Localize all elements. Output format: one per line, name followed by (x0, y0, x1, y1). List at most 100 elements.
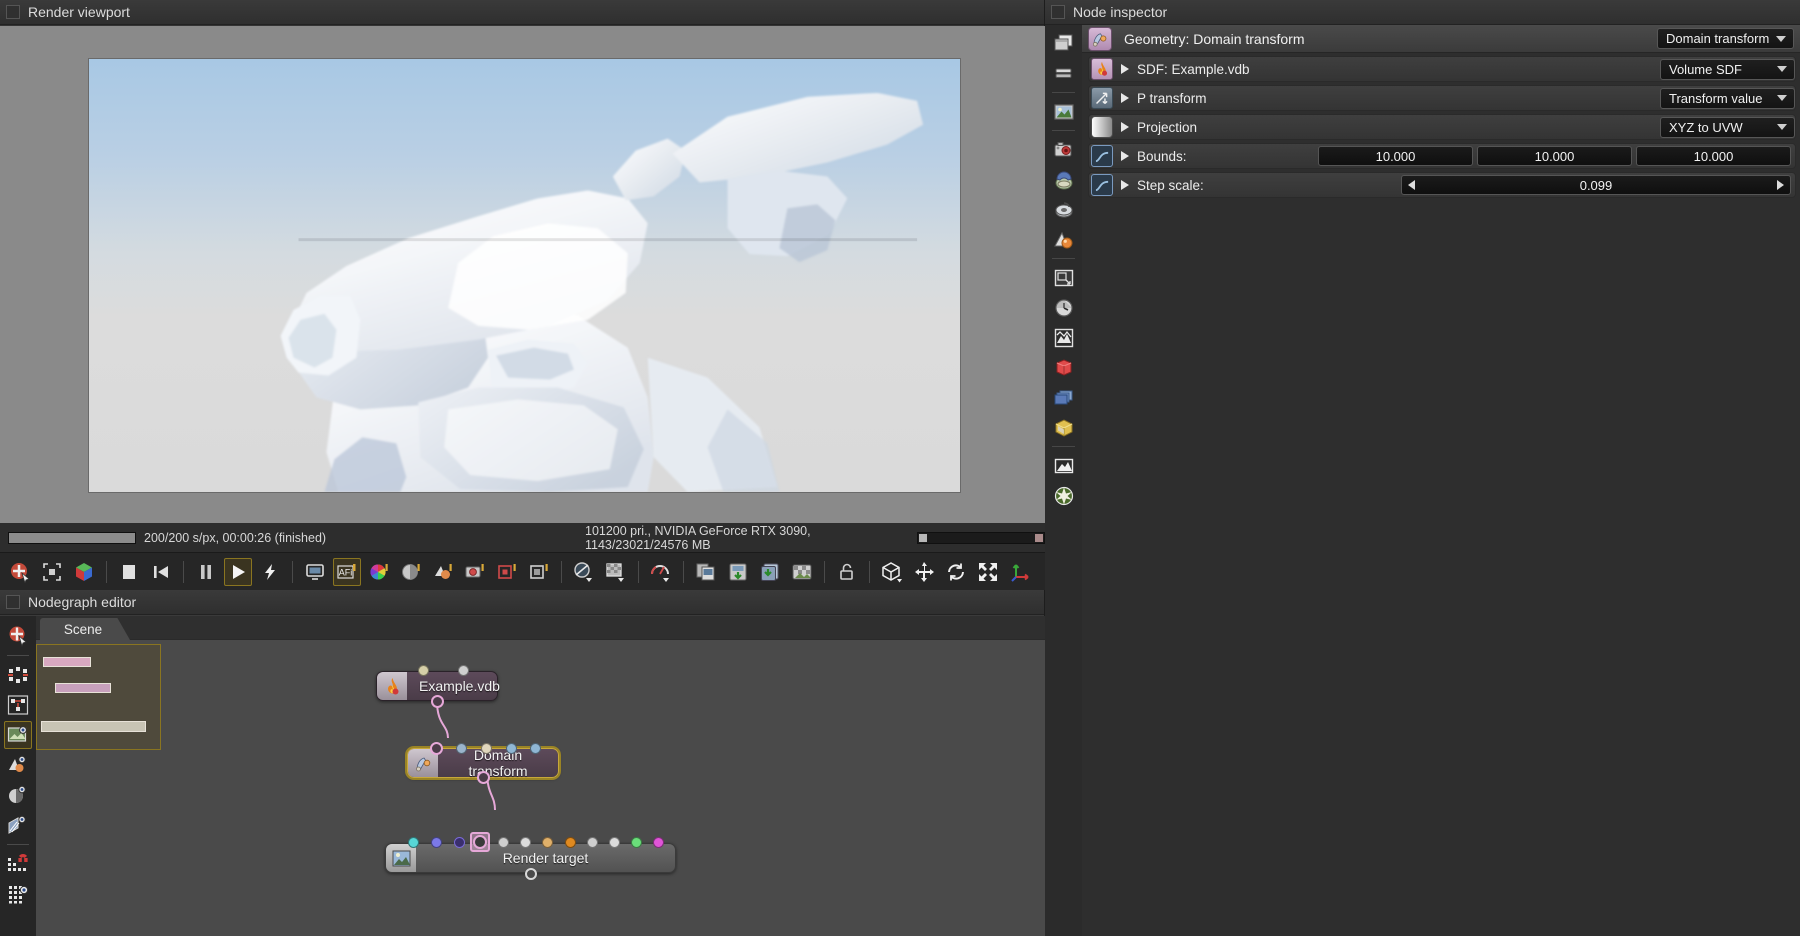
node-preview-icon[interactable] (4, 721, 32, 749)
camera-imager-icon[interactable] (461, 558, 489, 586)
panel-collapse-box[interactable] (6, 595, 20, 609)
expand-triangle-icon[interactable] (1121, 93, 1129, 103)
play-icon[interactable] (224, 557, 252, 586)
save-alpha-icon[interactable] (788, 558, 816, 586)
property-row-sdf[interactable]: SDF: Example.vdb Volume SDF (1088, 56, 1796, 82)
property-row-p-transform[interactable]: P transform Transform value (1088, 85, 1796, 111)
pause-icon[interactable] (192, 558, 220, 586)
axis-gizmo-icon[interactable] (1006, 558, 1034, 586)
node-pin-input[interactable] (506, 743, 517, 754)
region-render-icon[interactable] (38, 558, 66, 586)
node-pin-input[interactable] (456, 743, 467, 754)
tab-scene[interactable]: Scene (40, 618, 130, 640)
render-layer-icon[interactable] (525, 558, 553, 586)
grid-snap-icon[interactable] (4, 880, 32, 908)
exposure-meter-icon[interactable] (647, 558, 675, 586)
kernel-star-icon[interactable] (1049, 481, 1078, 510)
node-pin-input[interactable] (418, 665, 429, 676)
node-pin-input[interactable] (498, 837, 509, 848)
lock-resolution-icon[interactable] (833, 558, 861, 586)
node-pin-input[interactable] (454, 837, 465, 848)
expand-triangle-icon[interactable] (1121, 151, 1129, 161)
node-pin-input[interactable] (631, 837, 642, 848)
nodegraph-canvas[interactable]: Example.vdb Domain transform Render targ… (36, 640, 1045, 936)
color-wheel-icon[interactable] (365, 558, 393, 586)
animation-clock-icon[interactable] (1049, 293, 1078, 322)
node-stack-icon[interactable] (1049, 29, 1078, 58)
panel-collapse-box[interactable] (1051, 5, 1065, 19)
tonemap-curve-icon[interactable] (1049, 451, 1078, 480)
align-horizontal-icon[interactable] (4, 661, 32, 689)
scene-cube-icon[interactable] (70, 558, 98, 586)
pick-node-icon[interactable] (6, 558, 34, 586)
tonemap-icon[interactable] (397, 558, 425, 586)
p-transform-combo[interactable]: Transform value (1660, 87, 1795, 109)
camera-icon[interactable] (1049, 135, 1078, 164)
texture-noise-icon[interactable] (1049, 323, 1078, 352)
focus-picker-icon[interactable] (570, 558, 598, 586)
expand-triangle-icon[interactable] (1121, 122, 1129, 132)
node-pin-input[interactable] (653, 837, 664, 848)
slider-decrement-icon[interactable] (1408, 180, 1415, 190)
afi-text-icon[interactable]: AFi (333, 557, 361, 586)
geometry-preview-icon[interactable] (4, 811, 32, 839)
slider-increment-icon[interactable] (1777, 180, 1784, 190)
orbit-tool-icon[interactable] (942, 558, 970, 586)
node-pick-icon[interactable] (4, 622, 32, 650)
save-layers-icon[interactable] (756, 558, 784, 586)
stop-icon[interactable] (115, 558, 143, 586)
node-pin-input-connected[interactable] (470, 832, 490, 852)
align-nodes-icon[interactable] (4, 691, 32, 719)
node-pin-input[interactable] (565, 837, 576, 848)
node-pin-input[interactable] (542, 837, 553, 848)
node-pin-output[interactable] (477, 771, 490, 784)
property-row-projection[interactable]: Projection XYZ to UVW (1088, 114, 1796, 140)
sphere-preview-icon[interactable] (4, 781, 32, 809)
bounds-x-field[interactable]: 10.000 (1318, 146, 1473, 166)
material-ball-icon[interactable] (1049, 225, 1078, 254)
yellow-box-icon[interactable] (1049, 413, 1078, 442)
node-pin-output[interactable] (525, 868, 537, 880)
expand-triangle-icon[interactable] (1121, 64, 1129, 74)
render-region-icon[interactable] (1049, 263, 1078, 292)
step-scale-slider[interactable]: 0.099 (1401, 175, 1791, 195)
environment-icon[interactable] (1049, 165, 1078, 194)
render-region-icon[interactable] (493, 558, 521, 586)
material-ball-icon[interactable] (429, 558, 457, 586)
node-pin-input[interactable] (587, 837, 598, 848)
property-row-bounds[interactable]: Bounds: 10.000 10.000 10.000 (1088, 143, 1796, 169)
blue-layers-icon[interactable] (1049, 383, 1078, 412)
pan-tool-icon[interactable] (910, 558, 938, 586)
sdf-type-combo[interactable]: Volume SDF (1660, 58, 1795, 80)
material-preview-icon[interactable] (4, 751, 32, 779)
magnet-snap-icon[interactable] (4, 850, 32, 878)
panel-collapse-box[interactable] (6, 5, 20, 19)
copy-image-icon[interactable] (692, 558, 720, 586)
expand-triangle-icon[interactable] (1121, 180, 1129, 190)
node-pin-input[interactable] (530, 743, 541, 754)
node-pin-output[interactable] (431, 695, 444, 708)
alpha-checker-icon[interactable] (602, 558, 630, 586)
bounds-z-field[interactable]: 10.000 (1636, 146, 1791, 166)
camera-box-icon[interactable] (878, 558, 906, 586)
fast-render-icon[interactable] (256, 558, 284, 586)
save-image-icon[interactable] (724, 558, 752, 586)
render-canvas-area[interactable] (0, 26, 1045, 523)
display-icon[interactable] (301, 558, 329, 586)
node-type-combo[interactable]: Domain transform (1657, 28, 1794, 49)
node-pin-input-selected[interactable] (430, 742, 443, 755)
node-pin-input[interactable] (431, 837, 442, 848)
node-pin-input[interactable] (408, 837, 419, 848)
node-pin-input[interactable] (481, 743, 492, 754)
rendered-image[interactable] (88, 58, 961, 493)
fit-view-icon[interactable] (974, 558, 1002, 586)
node-list-icon[interactable] (1049, 59, 1078, 88)
projection-combo[interactable]: XYZ to UVW (1660, 116, 1795, 138)
node-pin-input[interactable] (458, 665, 469, 676)
property-row-step-scale[interactable]: Step scale: 0.099 (1088, 172, 1796, 198)
film-settings-icon[interactable] (1049, 195, 1078, 224)
red-cube-icon[interactable] (1049, 353, 1078, 382)
image-preview-icon[interactable] (1049, 97, 1078, 126)
node-pin-input[interactable] (609, 837, 620, 848)
restart-icon[interactable] (147, 558, 175, 586)
